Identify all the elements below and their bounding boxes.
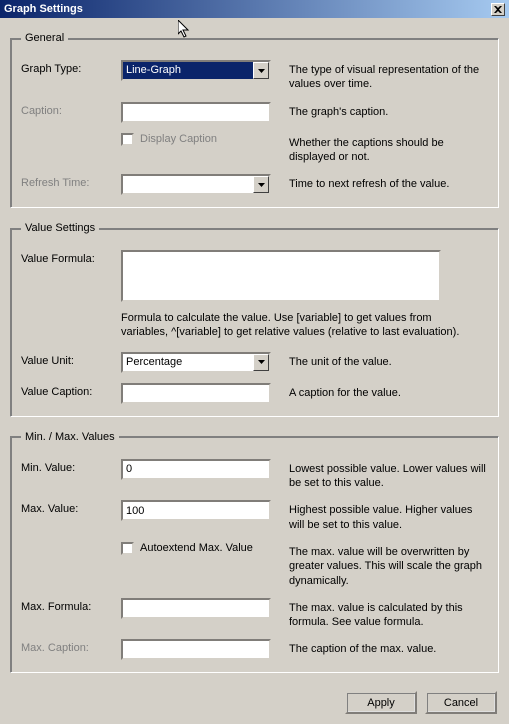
minmax-group: Min. / Max. Values Min. Value: Lowest po…: [10, 431, 499, 674]
value-settings-legend: Value Settings: [21, 222, 99, 234]
graph-type-desc: The type of visual representation of the…: [271, 60, 488, 92]
value-formula-label: Value Formula:: [21, 250, 121, 265]
minmax-legend: Min. / Max. Values: [21, 431, 119, 443]
display-caption-desc: Whether the captions should be displayed…: [271, 133, 488, 165]
value-unit-label: Value Unit:: [21, 352, 121, 367]
dialog-content: General Graph Type: Line-Graph The type …: [0, 18, 509, 724]
max-formula-desc: The max. value is calculated by this for…: [271, 598, 488, 630]
max-value-input[interactable]: [121, 500, 271, 521]
graph-type-value: Line-Graph: [123, 62, 253, 79]
max-value-label: Max. Value:: [21, 500, 121, 515]
value-unit-value: Percentage: [123, 354, 253, 371]
value-unit-combo[interactable]: Percentage: [121, 352, 271, 373]
max-caption-label: Max. Caption:: [21, 639, 121, 654]
general-group: General Graph Type: Line-Graph The type …: [10, 32, 499, 208]
max-caption-desc: The caption of the max. value.: [271, 639, 488, 656]
value-caption-input[interactable]: [121, 383, 271, 404]
display-caption-label: Display Caption: [140, 133, 217, 145]
refresh-time-combo[interactable]: [121, 174, 271, 195]
autoextend-desc: The max. value will be overwritten by gr…: [281, 542, 488, 588]
caption-desc: The graph's caption.: [271, 102, 488, 119]
display-caption-checkbox[interactable]: Display Caption: [121, 133, 271, 146]
checkbox-icon: [121, 542, 134, 555]
button-row: Apply Cancel: [10, 687, 499, 714]
caption-input[interactable]: [121, 102, 271, 123]
close-button[interactable]: [491, 3, 505, 16]
refresh-time-desc: Time to next refresh of the value.: [271, 174, 488, 191]
cancel-button[interactable]: Cancel: [425, 691, 497, 714]
chevron-down-icon[interactable]: [253, 176, 269, 193]
value-settings-group: Value Settings Value Formula: Formula to…: [10, 222, 499, 417]
min-value-desc: Lowest possible value. Lower values will…: [271, 459, 488, 491]
value-formula-desc: Formula to calculate the value. Use [var…: [121, 311, 461, 340]
max-value-desc: Highest possible value. Higher values wi…: [271, 500, 488, 532]
value-caption-label: Value Caption:: [21, 383, 121, 398]
autoextend-checkbox[interactable]: Autoextend Max. Value: [121, 542, 281, 555]
min-value-input[interactable]: [121, 459, 271, 480]
title-bar: Graph Settings: [0, 0, 509, 18]
value-caption-desc: A caption for the value.: [271, 383, 488, 400]
value-formula-input[interactable]: [121, 250, 441, 302]
chevron-down-icon[interactable]: [253, 354, 269, 371]
refresh-time-label: Refresh Time:: [21, 174, 121, 189]
max-formula-input[interactable]: [121, 598, 271, 619]
max-caption-input[interactable]: [121, 639, 271, 660]
graph-type-label: Graph Type:: [21, 60, 121, 75]
min-value-label: Min. Value:: [21, 459, 121, 474]
general-legend: General: [21, 32, 68, 44]
autoextend-label: Autoextend Max. Value: [140, 542, 253, 554]
refresh-time-value: [123, 176, 253, 193]
caption-label: Caption:: [21, 102, 121, 117]
checkbox-icon: [121, 133, 134, 146]
window-title: Graph Settings: [4, 3, 83, 15]
value-unit-desc: The unit of the value.: [271, 352, 488, 369]
apply-button[interactable]: Apply: [345, 691, 417, 714]
max-formula-label: Max. Formula:: [21, 598, 121, 613]
graph-type-combo[interactable]: Line-Graph: [121, 60, 271, 81]
chevron-down-icon[interactable]: [253, 62, 269, 79]
